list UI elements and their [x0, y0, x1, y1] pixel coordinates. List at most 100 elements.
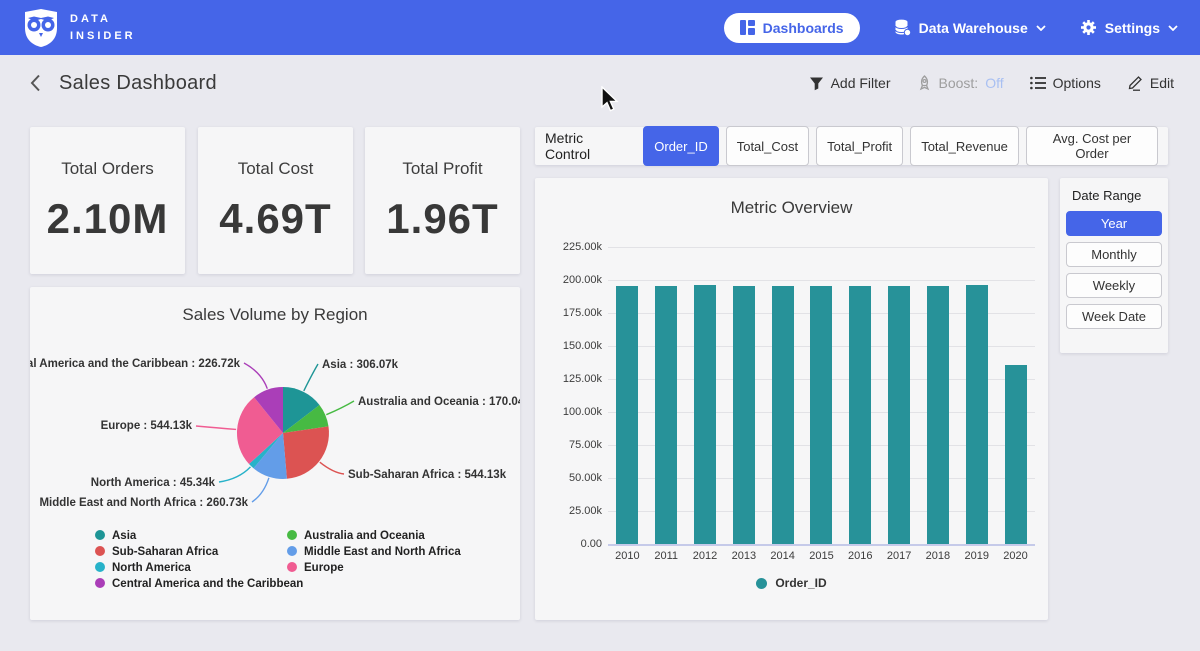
date-range-weekly[interactable]: Weekly	[1066, 273, 1162, 298]
bar-column	[841, 247, 880, 544]
pie-label-sub-saharan-africa: Sub-Saharan Africa : 544.13k	[348, 469, 507, 481]
pie-label-europe: Europe : 544.13k	[101, 420, 193, 432]
legend-item-asia[interactable]: Asia	[112, 530, 137, 542]
pie-callout-line	[219, 467, 251, 482]
bar-2019[interactable]	[966, 285, 988, 544]
bar-2014[interactable]	[772, 286, 794, 544]
bar-2013[interactable]	[733, 286, 755, 544]
y-axis-tick: 175.00k	[542, 307, 602, 319]
bar-2020[interactable]	[1005, 365, 1027, 544]
y-axis-tick: 100.00k	[542, 406, 602, 418]
legend-item-north-america[interactable]: North America	[112, 562, 191, 574]
kpi-card-total-profit: Total Profit 1.96T	[365, 127, 520, 274]
legend-dot	[287, 562, 297, 572]
x-axis-tick: 2010	[608, 550, 647, 562]
kpi-card-total-cost: Total Cost 4.69T	[198, 127, 353, 274]
legend-item-europe[interactable]: Europe	[304, 562, 344, 574]
back-button[interactable]	[26, 70, 45, 96]
pie-callout-line	[320, 462, 344, 474]
edit-label: Edit	[1150, 75, 1174, 91]
bar-2011[interactable]	[655, 286, 677, 544]
bar-column	[880, 247, 919, 544]
chevron-down-icon	[1168, 25, 1178, 31]
options-button[interactable]: Options	[1030, 75, 1101, 91]
boost-toggle[interactable]: Boost: Off	[917, 75, 1004, 91]
metric-chip-total-cost[interactable]: Total_Cost	[726, 126, 809, 166]
kpi-card-total-orders: Total Orders 2.10M	[30, 127, 185, 274]
x-axis-tick: 2017	[880, 550, 919, 562]
x-axis-tick: 2014	[763, 550, 802, 562]
metric-control-label: Metric Control	[545, 130, 631, 162]
y-axis-tick: 150.00k	[542, 340, 602, 352]
date-range-panel: Date Range Year Monthly Weekly Week Date	[1060, 178, 1168, 353]
metric-chip-order-id[interactable]: Order_ID	[643, 126, 718, 166]
bar-column	[608, 247, 647, 544]
x-axis-tick: 2015	[802, 550, 841, 562]
date-range-week-date[interactable]: Week Date	[1066, 304, 1162, 329]
add-filter-label: Add Filter	[831, 75, 891, 91]
date-range-monthly[interactable]: Monthly	[1066, 242, 1162, 267]
chevron-down-icon	[1036, 25, 1046, 31]
gear-icon	[1080, 19, 1097, 36]
boost-value: Off	[985, 75, 1003, 91]
nav-settings[interactable]: Settings	[1080, 19, 1178, 36]
y-axis-tick: 25.00k	[542, 505, 602, 517]
bar-2012[interactable]	[694, 285, 716, 544]
legend-dot	[95, 562, 105, 572]
nav-data-warehouse[interactable]: Data Warehouse	[894, 19, 1046, 36]
pie-label-central-america-and-the-caribbean: Central America and the Caribbean : 226.…	[30, 358, 241, 370]
bar-2017[interactable]	[888, 286, 910, 544]
bar-column	[686, 247, 725, 544]
edit-button[interactable]: Edit	[1127, 75, 1174, 91]
bar-2015[interactable]	[810, 286, 832, 544]
screen: DATA INSIDER Dashboards	[0, 0, 1200, 651]
date-range-buttons: Year Monthly Weekly Week Date	[1066, 211, 1162, 329]
database-icon	[894, 19, 911, 36]
y-axis-tick: 75.00k	[542, 439, 602, 451]
kpi-label: Total Profit	[402, 159, 482, 179]
legend-item-central-america-and-the-caribbean[interactable]: Central America and the Caribbean	[112, 578, 303, 590]
legend-item-middle-east-and-north-africa[interactable]: Middle East and North Africa	[304, 546, 461, 558]
bar-column	[647, 247, 686, 544]
x-axis-tick: 2018	[919, 550, 958, 562]
pie-callout-line	[196, 426, 236, 429]
bar-2016[interactable]	[849, 286, 871, 544]
metric-chip-avg-cost-per-order[interactable]: Avg. Cost per Order	[1026, 126, 1158, 166]
metric-chip-total-revenue[interactable]: Total_Revenue	[910, 126, 1019, 166]
bar-chart-plot-area: 225.00k200.00k175.00k150.00k125.00k100.0…	[608, 247, 1035, 544]
metric-chip-total-profit[interactable]: Total_Profit	[816, 126, 903, 166]
bar-chart-legend[interactable]: Order_ID	[535, 576, 1048, 590]
y-axis-tick: 200.00k	[542, 274, 602, 286]
nav-dashboards-button[interactable]: Dashboards	[724, 13, 860, 43]
legend-label: Order_ID	[775, 576, 826, 590]
legend-dot	[95, 530, 105, 540]
page-header: Sales Dashboard Add Filter Boost: Off	[0, 55, 1200, 111]
brand: DATA INSIDER	[22, 8, 136, 48]
legend-dot	[95, 578, 105, 588]
x-axis-tick: 2011	[647, 550, 686, 562]
bar-2010[interactable]	[616, 286, 638, 544]
kpi-value: 1.96T	[386, 195, 498, 243]
legend-item-sub-saharan-africa[interactable]: Sub-Saharan Africa	[112, 546, 219, 558]
pie-slice-sub-saharan-africa[interactable]	[283, 426, 329, 478]
add-filter-button[interactable]: Add Filter	[809, 75, 891, 91]
sales-volume-pie-card: Sales Volume by Region Asia : 306.07kAus…	[30, 287, 520, 620]
pie-label-middle-east-and-north-africa: Middle East and North Africa : 260.73k	[39, 497, 248, 509]
bar-column	[763, 247, 802, 544]
bar-2018[interactable]	[927, 286, 949, 544]
date-range-label: Date Range	[1072, 188, 1162, 203]
x-axis-tick: 2020	[996, 550, 1035, 562]
legend-item-australia-and-oceania[interactable]: Australia and Oceania	[304, 530, 425, 542]
legend-dot	[287, 530, 297, 540]
x-axis-tick: 2019	[957, 550, 996, 562]
date-range-year[interactable]: Year	[1066, 211, 1162, 236]
pie-label-north-america: North America : 45.34k	[91, 477, 216, 489]
nav-menu: Dashboards Data Warehouse	[724, 13, 1178, 43]
pie-label-asia: Asia : 306.07k	[322, 359, 399, 371]
x-axis-tick: 2013	[724, 550, 763, 562]
boost-label: Boost:	[939, 75, 979, 91]
nav-data-warehouse-label: Data Warehouse	[919, 20, 1028, 36]
nav-dashboards-label: Dashboards	[763, 20, 844, 36]
x-axis-tick: 2012	[686, 550, 725, 562]
bar-column	[957, 247, 996, 544]
